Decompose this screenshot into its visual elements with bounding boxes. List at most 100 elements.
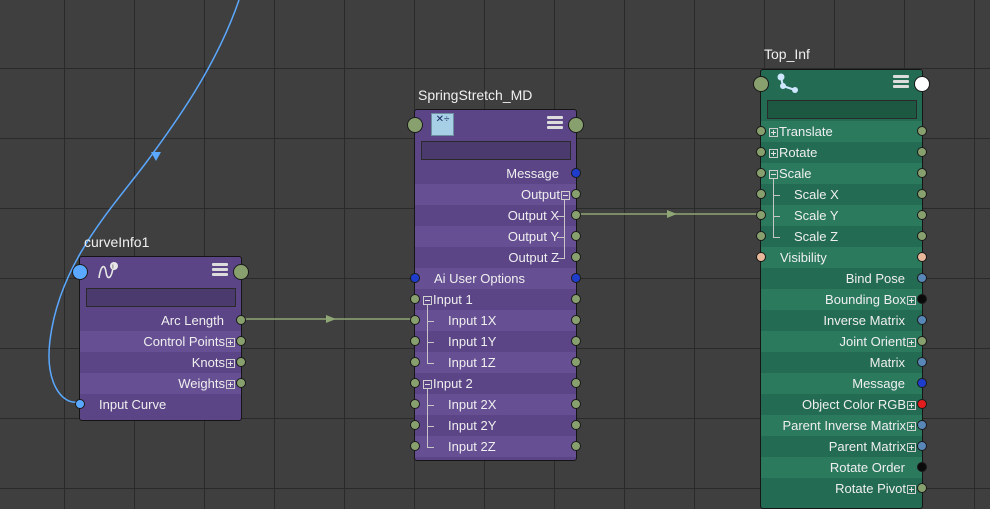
attr-row[interactable]: Visibility xyxy=(756,247,927,268)
attr-row[interactable]: Translate xyxy=(756,121,927,142)
input-port[interactable] xyxy=(756,210,766,220)
output-port[interactable] xyxy=(917,252,927,262)
input-port[interactable] xyxy=(756,231,766,241)
attr-row[interactable]: Object Color RGB xyxy=(761,394,927,415)
node-menu-icon[interactable] xyxy=(893,75,909,89)
attr-row[interactable]: Knots xyxy=(80,352,246,373)
output-port[interactable] xyxy=(917,273,927,283)
output-port[interactable] xyxy=(917,189,927,199)
attr-row[interactable]: Arc Length xyxy=(80,310,246,331)
input-port[interactable] xyxy=(756,189,766,199)
node-menu-icon[interactable] xyxy=(212,263,228,277)
output-port[interactable] xyxy=(571,231,581,241)
expand-icon[interactable] xyxy=(907,401,916,411)
node-input-port[interactable] xyxy=(753,76,769,92)
attr-row[interactable]: Input 1Y xyxy=(410,331,581,352)
attr-row[interactable]: Joint Orient xyxy=(761,331,927,352)
attr-row[interactable]: Message xyxy=(761,373,927,394)
attr-row[interactable]: Ai User Options xyxy=(410,268,581,289)
expand-icon[interactable] xyxy=(769,149,778,159)
output-port[interactable] xyxy=(571,336,581,346)
attr-row[interactable]: Rotate xyxy=(756,142,927,163)
attr-row[interactable]: Weights xyxy=(80,373,246,394)
output-port[interactable] xyxy=(917,147,927,157)
attr-row[interactable]: Output Z xyxy=(415,247,581,268)
output-port[interactable] xyxy=(571,189,581,199)
input-port[interactable] xyxy=(410,378,420,388)
output-port[interactable] xyxy=(236,357,246,367)
attr-row[interactable]: Output xyxy=(415,184,581,205)
output-port[interactable] xyxy=(236,315,246,325)
input-port[interactable] xyxy=(410,336,420,346)
attr-row[interactable]: Inverse Matrix xyxy=(761,310,927,331)
expand-icon[interactable] xyxy=(226,380,235,390)
output-port[interactable] xyxy=(571,357,581,367)
output-port[interactable] xyxy=(917,294,927,304)
attr-row[interactable]: Input 2X xyxy=(410,394,581,415)
attr-row[interactable]: Rotate Order xyxy=(761,457,927,478)
input-port[interactable] xyxy=(410,357,420,367)
input-port[interactable] xyxy=(410,315,420,325)
node-menu-icon[interactable] xyxy=(547,116,563,130)
collapse-icon[interactable] xyxy=(423,296,432,306)
output-port[interactable] xyxy=(917,462,927,472)
collapse-icon[interactable] xyxy=(423,380,432,390)
attr-row[interactable]: Scale Z xyxy=(756,226,927,247)
attr-row[interactable]: Matrix xyxy=(761,352,927,373)
attr-row[interactable]: Message xyxy=(415,163,581,184)
input-port[interactable] xyxy=(756,168,766,178)
output-port[interactable] xyxy=(917,336,927,346)
expand-icon[interactable] xyxy=(907,338,916,348)
node-output-port[interactable] xyxy=(568,117,584,133)
input-port[interactable] xyxy=(410,441,420,451)
collapse-icon[interactable] xyxy=(769,170,778,180)
expand-icon[interactable] xyxy=(907,485,916,495)
attr-row[interactable]: Input 1Z xyxy=(410,352,581,373)
output-port[interactable] xyxy=(917,315,927,325)
expand-icon[interactable] xyxy=(769,128,778,138)
attr-row[interactable]: Input 2Y xyxy=(410,415,581,436)
attr-row[interactable]: Input 2 xyxy=(410,373,581,394)
node-name-field[interactable] xyxy=(421,141,571,160)
output-port[interactable] xyxy=(236,378,246,388)
attr-row[interactable]: Input 1X xyxy=(410,310,581,331)
collapse-icon[interactable] xyxy=(561,191,570,201)
output-port[interactable] xyxy=(571,420,581,430)
expand-icon[interactable] xyxy=(226,359,235,369)
node-input-port[interactable] xyxy=(407,117,423,133)
output-port[interactable] xyxy=(917,378,927,388)
node-output-port[interactable] xyxy=(914,76,930,92)
node-name-field[interactable] xyxy=(86,288,236,307)
input-port[interactable] xyxy=(756,147,766,157)
output-port[interactable] xyxy=(571,441,581,451)
attr-row[interactable]: Scale X xyxy=(756,184,927,205)
output-port[interactable] xyxy=(917,126,927,136)
node-input-port[interactable] xyxy=(72,264,88,280)
output-port[interactable] xyxy=(917,231,927,241)
attr-row[interactable]: Parent Inverse Matrix xyxy=(761,415,927,436)
output-port[interactable] xyxy=(571,168,581,178)
output-port[interactable] xyxy=(571,252,581,262)
output-port[interactable] xyxy=(571,399,581,409)
input-port[interactable] xyxy=(410,273,420,283)
input-port[interactable] xyxy=(756,252,766,262)
attr-row[interactable]: Rotate Pivot xyxy=(761,478,927,499)
output-port[interactable] xyxy=(571,210,581,220)
top-inf-joint-node[interactable]: Translate Rotate Scale Scale X Scale Y S… xyxy=(753,69,930,509)
attr-row[interactable]: Scale Y xyxy=(756,205,927,226)
attr-row[interactable]: Bind Pose xyxy=(761,268,927,289)
input-port[interactable] xyxy=(410,294,420,304)
attr-row[interactable]: Output X xyxy=(415,205,581,226)
attr-row[interactable]: Scale xyxy=(756,163,927,184)
expand-icon[interactable] xyxy=(907,422,916,432)
spring-stretch-node[interactable]: ✕÷ Message Output Output X Output Y Outp… xyxy=(407,109,584,461)
output-port[interactable] xyxy=(571,273,581,283)
expand-icon[interactable] xyxy=(226,338,235,348)
output-port[interactable] xyxy=(571,378,581,388)
node-name-field[interactable] xyxy=(767,100,917,119)
input-port[interactable] xyxy=(756,126,766,136)
output-port[interactable] xyxy=(917,399,927,409)
attr-row[interactable]: Input 1 xyxy=(410,289,581,310)
output-port[interactable] xyxy=(917,420,927,430)
input-port[interactable] xyxy=(75,399,85,409)
